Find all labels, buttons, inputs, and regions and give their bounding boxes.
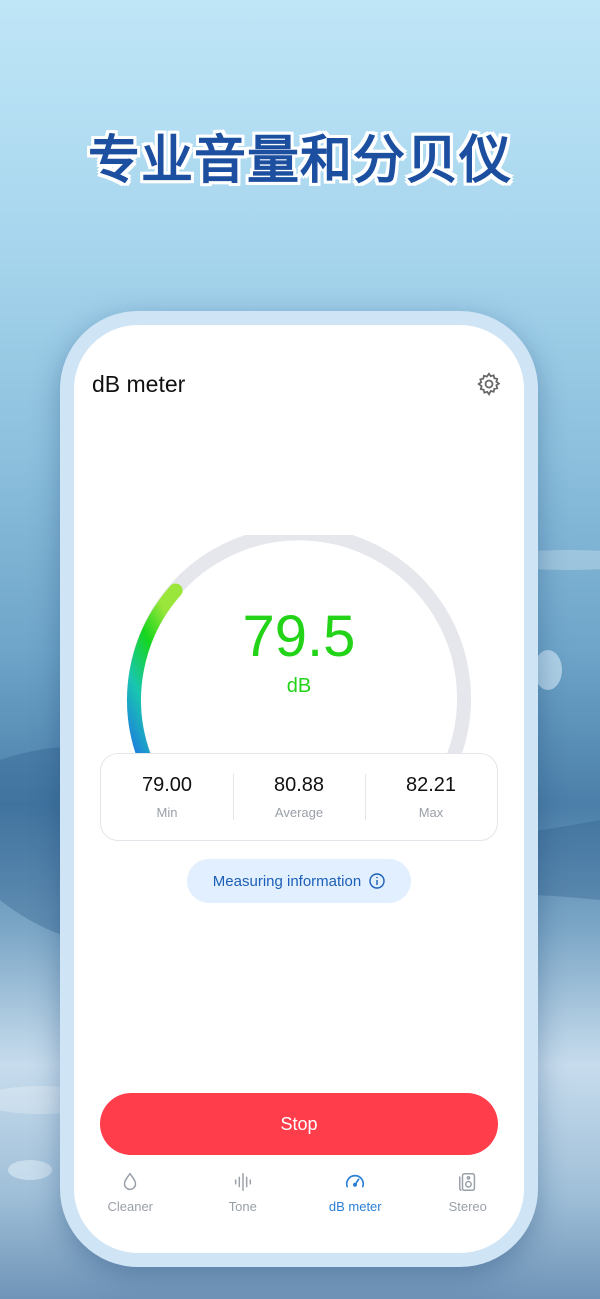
- tab-stereo[interactable]: Stereo: [412, 1171, 525, 1231]
- stat-value: 80.88: [273, 774, 325, 796]
- waveform-icon: [234, 1173, 251, 1191]
- stop-button[interactable]: Stop: [100, 1093, 498, 1155]
- tab-label: Tone: [228, 1199, 257, 1214]
- tab-label: Stereo: [448, 1199, 487, 1214]
- measuring-information-label: Measuring information: [212, 872, 362, 890]
- tab-label: dB meter: [328, 1199, 382, 1214]
- stat-label: Average: [274, 805, 324, 820]
- promo-headline: 专业音量和分贝仪: [87, 131, 512, 191]
- stat-max: 82.21 Max: [365, 754, 497, 840]
- gauge-icon: [346, 1174, 365, 1188]
- stat-label: Min: [156, 805, 178, 820]
- current-db-value: 79.5: [242, 604, 356, 669]
- current-db-unit: dB: [286, 675, 312, 697]
- gear-icon[interactable]: [476, 371, 502, 397]
- app-screen: dB meter 79.5 dB 79.00 Min 80.88 Average…: [74, 325, 524, 1253]
- measuring-information-button[interactable]: Measuring information: [187, 859, 411, 903]
- speaker-icon: [458, 1173, 475, 1191]
- stats-card: 79.00 Min 80.88 Average 82.21 Max: [100, 753, 498, 841]
- tab-tone[interactable]: Tone: [187, 1171, 300, 1231]
- info-icon: [369, 873, 385, 889]
- stat-min: 79.00 Min: [101, 754, 233, 840]
- page-title: dB meter: [92, 371, 186, 397]
- stat-label: Max: [418, 805, 444, 820]
- bottom-tab-bar: Cleaner Tone dB meter Stereo: [74, 1171, 524, 1231]
- tab-db-meter[interactable]: dB meter: [299, 1171, 412, 1231]
- stat-average: 80.88 Average: [233, 754, 365, 840]
- phone-frame: dB meter 79.5 dB 79.00 Min 80.88 Average…: [60, 311, 538, 1267]
- tab-label: Cleaner: [107, 1199, 154, 1214]
- droplet-icon: [124, 1172, 137, 1190]
- tab-cleaner[interactable]: Cleaner: [74, 1171, 187, 1231]
- stat-value: 79.00: [141, 774, 193, 796]
- stat-value: 82.21: [405, 774, 457, 796]
